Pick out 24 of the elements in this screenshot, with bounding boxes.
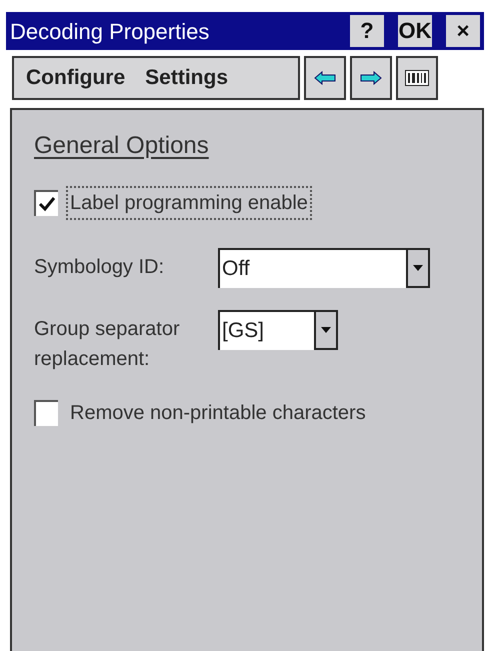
dropdown-value: Off: [221, 256, 251, 282]
checkbox-label: Label programming enable: [66, 186, 312, 220]
title-bar-button[interactable]: ×: [446, 15, 480, 47]
field-label: Group separator replacement:: [34, 317, 181, 372]
field-label: Symbology ID:: [34, 255, 166, 280]
forward-button[interactable]: [350, 56, 392, 100]
checkbox[interactable]: [34, 400, 58, 426]
barcode-icon: [405, 70, 429, 86]
back-button[interactable]: [304, 56, 346, 100]
barcode-button[interactable]: [396, 56, 438, 100]
title-bar-button[interactable]: OK: [398, 15, 432, 47]
menu-item[interactable]: Settings: [145, 62, 228, 94]
section-title: General Options: [34, 131, 209, 161]
menu-item[interactable]: Configure: [26, 62, 126, 94]
window-title: Decoding Properties: [10, 18, 210, 46]
dropdown-value: [GS]: [221, 318, 266, 344]
title-bar-button[interactable]: ?: [350, 15, 384, 47]
back-arrow-icon: [314, 71, 336, 85]
dropdown[interactable]: Off: [218, 248, 430, 288]
dropdown[interactable]: [GS]: [218, 310, 338, 350]
checkbox[interactable]: [34, 190, 58, 216]
forward-arrow-icon: [360, 71, 382, 85]
checkmark-icon: [38, 196, 56, 212]
checkbox-label: Remove non-printable characters: [69, 401, 367, 426]
